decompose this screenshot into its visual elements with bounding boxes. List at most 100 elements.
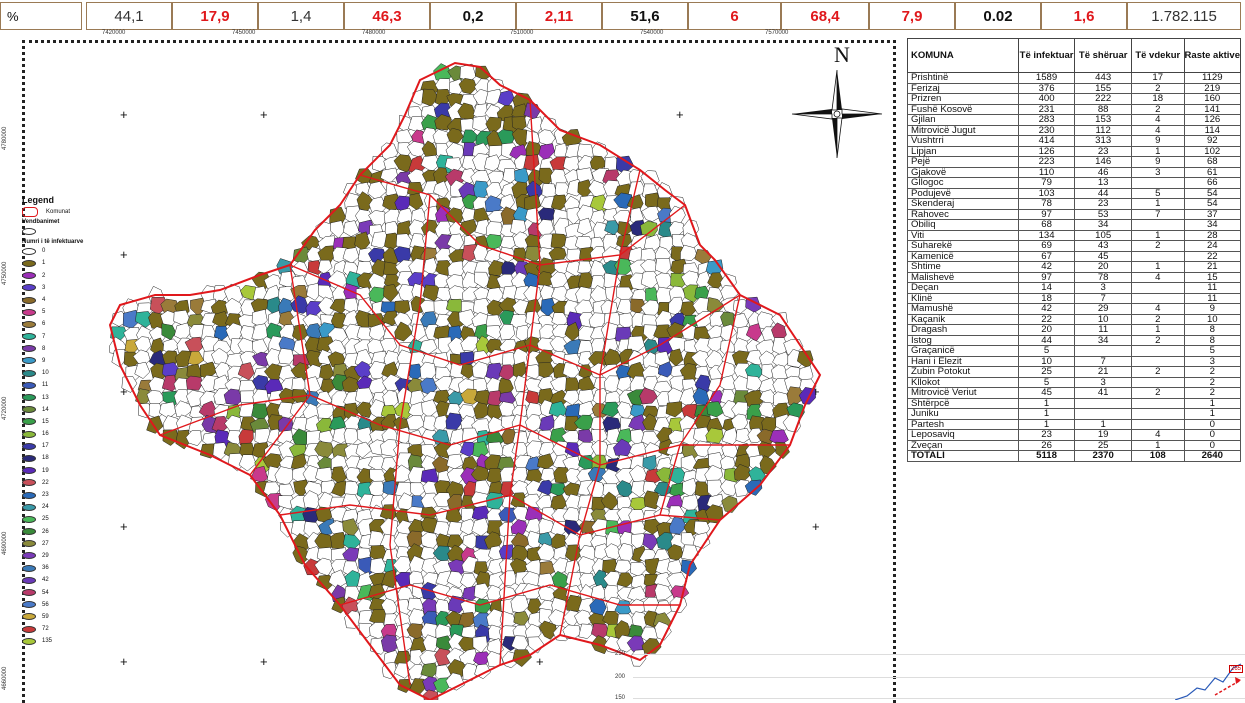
table-cell: 1 [1130, 198, 1185, 210]
map-legend: Legend Komunat Vendbanimet Numri i të in… [22, 195, 102, 647]
table-cell: 41 [1074, 387, 1132, 399]
stat-cell: 0,2 [430, 2, 516, 30]
settlement-polygon [523, 102, 541, 120]
legend-class: 15 [22, 416, 102, 428]
table-cell [1130, 408, 1185, 420]
legend-class-value: 23 [42, 492, 49, 499]
table-cell [1130, 219, 1185, 231]
table-cell: 1 [1074, 418, 1132, 430]
table-cell: 44 [1017, 334, 1076, 346]
stat-cell: 51,6 [602, 2, 688, 30]
legend-swatch-icon [22, 357, 36, 365]
table-cell [1074, 408, 1132, 420]
municipality-name: Prishtinë [907, 72, 1019, 84]
table-cell: 3 [1074, 376, 1132, 388]
municipality-name: Kamenicë [907, 250, 1019, 262]
legend-class: 54 [22, 586, 102, 598]
legend-class-value: 36 [42, 565, 49, 572]
table-cell [1130, 345, 1185, 357]
legend-swatch-icon [22, 613, 36, 621]
stats-percent-label: % [0, 2, 82, 30]
settlement-polygon [485, 234, 503, 250]
municipality-name: Prizren [907, 93, 1019, 105]
table-cell: 23 [1017, 429, 1076, 441]
easting-tick: 7510000 [510, 30, 534, 36]
table-row: Zveçan 26 25 1 0 [907, 439, 1242, 451]
legend-class: 23 [22, 489, 102, 501]
legend-swatch-icon [22, 540, 36, 548]
table-row: Prizren 400 222 18 160 [907, 93, 1242, 105]
legend-class-value: 5 [42, 309, 46, 316]
table-cell: 160 [1183, 93, 1242, 105]
municipality-name: Gllogoc [907, 177, 1019, 189]
legend-class-value: 1 [42, 260, 46, 267]
mini-gridline [633, 677, 1245, 678]
municipality-name: Kllokot [907, 376, 1019, 388]
stat-cell: 17,9 [172, 2, 258, 30]
legend-class-value: 27 [42, 540, 49, 547]
municipality-name: Gjilan [907, 114, 1019, 126]
settlement-polygon [720, 324, 737, 343]
table-row: Lipjan 126 23 1 102 [907, 145, 1242, 157]
northing-tick: 4690000 [2, 531, 8, 555]
col-header-aktive: Raste aktive [1183, 38, 1242, 73]
table-row: Obiliq 68 34 34 [907, 219, 1242, 231]
legend-class: 4 [22, 294, 102, 306]
legend-class-value: 42 [42, 577, 49, 584]
settlement-polygon [538, 362, 555, 379]
table-cell: 5 [1017, 376, 1076, 388]
table-row: Skenderaj 78 23 1 54 [907, 198, 1242, 210]
legend-class: 9 [22, 355, 102, 367]
settlement-polygon [654, 583, 673, 601]
table-cell: 230 [1017, 124, 1076, 136]
table-cell: 4 [1130, 124, 1185, 136]
table-cell: 1 [1130, 229, 1185, 241]
legend-swatch-icon [22, 320, 36, 328]
table-cell: 313 [1074, 135, 1132, 147]
legend-classes: 0 1 2 3 4 5 6 7 8 9 10 11 13 14 15 16 17 18 19 22 23 24 25 26 27… [22, 245, 102, 647]
table-row: Podujevë 103 44 5 54 [907, 187, 1242, 199]
table-row: Dragash 20 11 1 8 [907, 324, 1242, 336]
settlement-polygon [174, 350, 192, 368]
settlement-polygon [471, 517, 490, 537]
settlement-polygons [109, 63, 817, 700]
legend-class: 11 [22, 379, 102, 391]
table-row: Gllogoc 79 13 66 [907, 177, 1242, 189]
settlement-polygon [486, 492, 503, 511]
table-row: Kllokot 5 3 2 [907, 376, 1242, 388]
table-cell: 4 [1130, 303, 1185, 315]
mini-y-tick: 250 [615, 651, 626, 657]
legend-class-value: 54 [42, 589, 49, 596]
legend-class: 1 [22, 257, 102, 269]
table-cell: 25 [1074, 439, 1132, 451]
table-header-row: KOMUNA Të infektuar Të shëruar Të vdekur… [907, 38, 1242, 73]
table-cell: 3 [1183, 355, 1242, 367]
table-cell: 222 [1074, 93, 1132, 105]
table-cell: 141 [1183, 103, 1242, 115]
legend-swatch-icon [22, 491, 36, 499]
legend-swatch-icon [22, 296, 36, 304]
legend-class: 14 [22, 404, 102, 416]
col-header-komuna: KOMUNA [907, 38, 1019, 73]
legend-class: 42 [22, 574, 102, 586]
legend-class-value: 17 [42, 443, 49, 450]
municipality-name: Podujevë [907, 187, 1019, 199]
table-row: Mitrovicë Jugut 230 112 4 114 [907, 124, 1242, 136]
legend-swatch-icon [22, 528, 36, 536]
table-cell: 5 [1183, 345, 1242, 357]
table-row: Kamenicë 67 45 22 [907, 250, 1242, 262]
table-cell: 18 [1130, 93, 1185, 105]
table-cell: 2 [1130, 387, 1185, 399]
table-cell: 114 [1183, 124, 1242, 136]
legend-swatch-icon [22, 503, 36, 511]
table-cell: 22 [1017, 313, 1076, 325]
table-cell: 45 [1074, 250, 1132, 262]
table-cell: 155 [1074, 82, 1132, 94]
table-cell: 68 [1183, 156, 1242, 168]
table-cell: 11 [1183, 282, 1242, 294]
legend-swatch-icon [22, 381, 36, 389]
legend-title: Legend [22, 195, 55, 205]
table-cell: 20 [1017, 324, 1076, 336]
municipality-name: Mamushë [907, 303, 1019, 315]
mini-y-tick: 150 [615, 695, 626, 701]
